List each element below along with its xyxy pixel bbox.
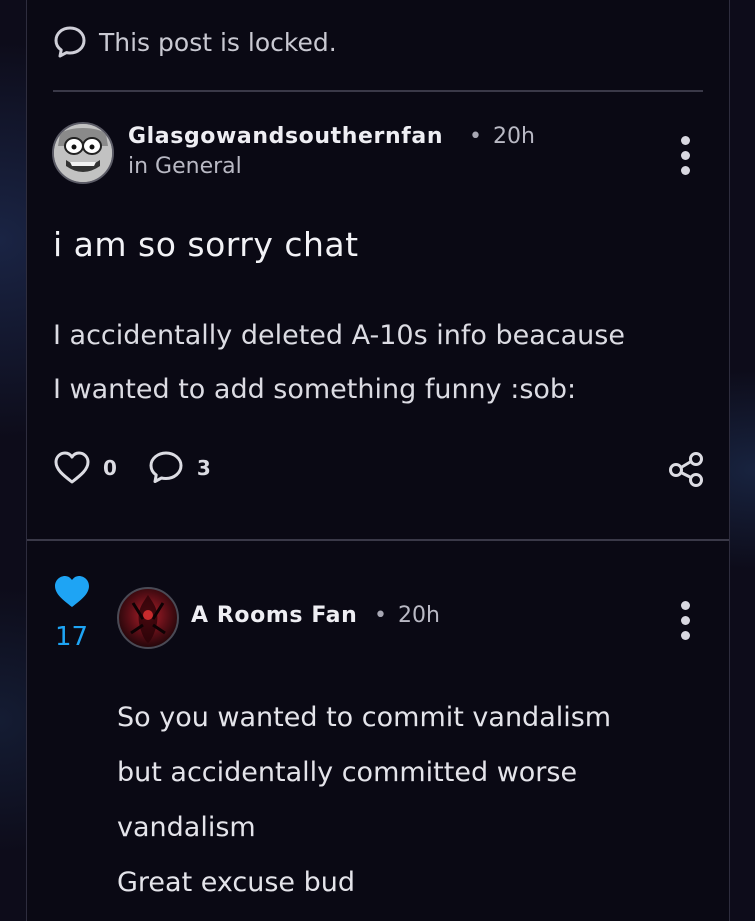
locked-notice-text: This post is locked.: [99, 27, 337, 57]
comment-count: 3: [196, 456, 211, 480]
reply-body-line: but accidentally committed worse: [117, 757, 578, 788]
post-actions: 0 3: [53, 448, 211, 488]
reply-body-line: Great excuse bud: [117, 867, 356, 898]
meta-separator: •: [469, 124, 482, 149]
comment-icon[interactable]: [147, 450, 185, 486]
kebab-menu-icon[interactable]: [679, 601, 691, 646]
reply-body-line: vandalism: [117, 812, 256, 843]
avatar[interactable]: [117, 587, 179, 649]
avatar[interactable]: [52, 122, 114, 184]
upvote-button[interactable]: [53, 574, 91, 614]
meta-separator: •: [374, 603, 387, 628]
post-category[interactable]: in General: [128, 154, 242, 179]
like-count: 0: [103, 456, 117, 480]
reply-timestamp[interactable]: 20h: [398, 603, 440, 628]
locked-notice: This post is locked.: [53, 22, 337, 62]
reply-author[interactable]: A Rooms Fan: [191, 603, 357, 628]
post-body-line: I accidentally deleted A-10s info beacau…: [53, 320, 625, 351]
avatar-figure-icon: [130, 595, 166, 643]
reply-body-line: So you wanted to commit vandalism: [117, 702, 612, 733]
share-icon: [669, 452, 703, 487]
post-title: i am so sorry chat: [53, 225, 359, 264]
vote-count: 17: [55, 622, 89, 652]
avatar-face-icon: [54, 124, 112, 182]
post-body-line: I wanted to add something funny :sob:: [53, 374, 577, 405]
post-timestamp[interactable]: 20h: [493, 124, 535, 149]
kebab-menu-icon[interactable]: [679, 136, 691, 181]
heart-filled-icon: [55, 576, 89, 607]
post-card: This post is locked. Glasgowandsouthernf…: [26, 0, 730, 921]
speech-bubble-icon: [54, 26, 86, 58]
share-button[interactable]: [666, 448, 706, 492]
reply-body: So you wanted to commit vandalism but ac…: [117, 690, 717, 910]
post-body: I accidentally deleted A-10s info beacau…: [53, 309, 713, 417]
divider: [27, 539, 729, 541]
post-author[interactable]: Glasgowandsouthernfan: [128, 124, 443, 149]
divider: [53, 90, 703, 92]
heart-outline-icon[interactable]: [53, 450, 91, 486]
